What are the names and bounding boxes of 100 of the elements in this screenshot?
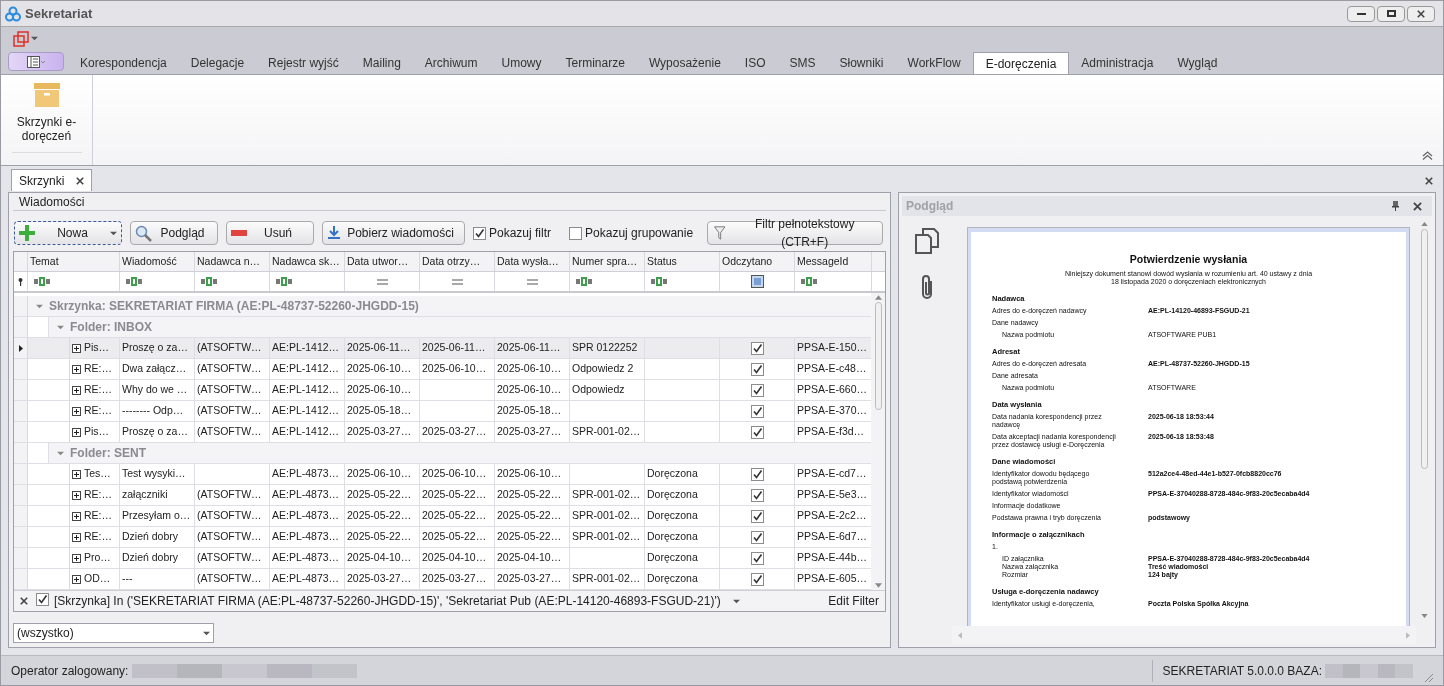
- toolbar-button[interactable]: Usuń: [226, 221, 314, 245]
- close-all-icon[interactable]: [1425, 177, 1433, 185]
- read-checkbox[interactable]: [750, 467, 764, 481]
- column-header[interactable]: Status: [645, 252, 720, 271]
- edit-filter-link[interactable]: Edit Filter: [828, 592, 879, 610]
- minimize-button[interactable]: [1347, 5, 1375, 22]
- table-row[interactable]: Pis… Proszę o za… (ATSOFTW… AE:PL-1412… 2025-03-27… 2025-03-27… 2025-03-27… SPR-001-02… PPSA-E-f3d…: [14, 422, 871, 443]
- ribbon-button[interactable]: Skrzynki e-doręczeń: [10, 83, 83, 143]
- caret-icon[interactable]: [31, 35, 38, 42]
- ribbon-tab[interactable]: Korespondencja: [68, 52, 179, 74]
- ribbon-tab[interactable]: Umowy: [489, 52, 554, 74]
- table-row[interactable]: Tes… Test wysyki… AE:PL-4873… 2025-06-10… 2025-06-10… 2025-06-10… Doręczona PPSA-E-cd7…: [14, 464, 871, 485]
- read-checkbox[interactable]: [750, 362, 764, 376]
- close-tab-icon[interactable]: [76, 176, 85, 185]
- column-header[interactable]: MessageId: [795, 252, 872, 271]
- column-header[interactable]: Nadawca sk…: [270, 252, 345, 271]
- collapse-caret-icon[interactable]: [36, 302, 43, 310]
- table-row[interactable]: RE:… Dwa załącz… (ATSOFTW… AE:PL-1412… 2025-06-10… 2025-06-10… 2025-06-10… Odpowiedz 2 PPSA-E-c48…: [14, 359, 871, 380]
- collapse-caret-icon[interactable]: [57, 323, 64, 331]
- paperclip-icon[interactable]: [920, 274, 934, 302]
- clear-filter-icon[interactable]: [20, 597, 28, 605]
- scroll-up-icon[interactable]: [1420, 222, 1428, 226]
- table-row[interactable]: Pis… Proszę o za… (ATSOFTW… AE:PL-1412… 2025-06-11… 2025-06-11… 2025-06-11… SPR 0122252 PPSA-E-150…: [14, 338, 871, 359]
- copy-icon[interactable]: [915, 228, 939, 254]
- ribbon-tab[interactable]: SMS: [777, 52, 828, 74]
- scope-dropdown[interactable]: (wszystko): [13, 623, 214, 643]
- table-row[interactable]: RE:… Why do we … (ATSOFTW… AE:PL-1412… 2025-06-10… 2025-06-10… Odpowiedz PPSA-E-660…: [14, 380, 871, 401]
- expand-row-icon[interactable]: [72, 553, 81, 563]
- checkbox[interactable]: [473, 226, 486, 240]
- scroll-down-icon[interactable]: [874, 583, 882, 588]
- close-panel-icon[interactable]: [1413, 201, 1422, 211]
- scrollbar-thumb[interactable]: [874, 302, 882, 410]
- table-row[interactable]: RE:… Dzień dobry (ATSOFTW… AE:PL-4873… 2025-05-22… 2025-05-22… 2025-05-22… SPR-001-02… Doręczona PPSA-E-6d7…: [14, 527, 871, 548]
- checkbox-filter[interactable]: [750, 275, 764, 288]
- table-row[interactable]: OD… --- (ATSOFTW… AE:PL-4873… 2025-03-27… 2025-03-27… 2025-03-27… SPR-001-02… Doręczona PPSA-E-605…: [14, 569, 871, 590]
- maximize-button[interactable]: [1377, 5, 1405, 22]
- table-row[interactable]: Pro… Dzień dobry (ATSOFTW… AE:PL-4873… 2025-04-10… 2025-04-10… 2025-04-10… Doręczona PPSA-E-44b…: [14, 548, 871, 569]
- ribbon-tab[interactable]: Terminarze: [553, 52, 637, 74]
- read-checkbox[interactable]: [750, 383, 764, 397]
- checkbox[interactable]: [569, 226, 583, 240]
- read-checkbox[interactable]: [750, 341, 764, 355]
- filter-enabled-checkbox[interactable]: [36, 593, 49, 606]
- column-header[interactable]: Data utwor…: [345, 252, 420, 271]
- ribbon-tab[interactable]: Archiwum: [412, 52, 490, 74]
- ribbon-tab[interactable]: Delegacje: [178, 52, 257, 74]
- ribbon-tab[interactable]: Wygląd: [1165, 52, 1230, 74]
- ribbon-tab[interactable]: Wyposażenie: [636, 52, 733, 74]
- ribbon-tab[interactable]: Administracja: [1069, 52, 1166, 74]
- read-checkbox[interactable]: [750, 488, 764, 502]
- ribbon-tab[interactable]: E-doręczenia: [972, 52, 1070, 75]
- collapse-ribbon-icon[interactable]: [1422, 151, 1433, 160]
- expand-row-icon[interactable]: [72, 511, 81, 521]
- table-row[interactable]: RE:… -------- Odp… (ATSOFTW… AE:PL-1412… 2025-05-18… 2025-05-18… PPSA-E-370…: [14, 401, 871, 422]
- read-checkbox[interactable]: [750, 425, 764, 439]
- expand-row-icon[interactable]: [72, 574, 81, 584]
- scroll-down-icon[interactable]: [1420, 614, 1428, 618]
- resize-grip-icon[interactable]: [1423, 672, 1433, 682]
- collapse-caret-icon[interactable]: [57, 449, 64, 457]
- document-tab[interactable]: Skrzynki: [11, 169, 93, 191]
- close-icon[interactable]: [1417, 9, 1425, 18]
- expand-row-icon[interactable]: [72, 406, 81, 416]
- caret-icon[interactable]: [110, 229, 117, 237]
- ribbon-tab[interactable]: Rejestr wyjść: [256, 52, 351, 74]
- column-header[interactable]: Temat: [28, 252, 120, 271]
- scrollbar-thumb[interactable]: [1420, 229, 1428, 469]
- read-checkbox[interactable]: [750, 572, 764, 586]
- toolbar-button[interactable]: Nowa: [14, 221, 122, 245]
- expand-row-icon[interactable]: [72, 532, 81, 542]
- windows-menu-button[interactable]: [13, 30, 38, 47]
- ribbon-tab[interactable]: Mailing: [350, 52, 413, 74]
- column-header[interactable]: Numer spra…: [570, 252, 645, 271]
- read-checkbox[interactable]: [750, 530, 764, 544]
- column-header[interactable]: Odczytano: [720, 252, 795, 271]
- table-row[interactable]: RE:… Przesyłam o… (ATSOFTW… AE:PL-4873… 2025-05-22… 2025-05-22… 2025-05-22… SPR-001-02… Doręczona PPSA-E-2c2…: [14, 506, 871, 527]
- vertical-scrollbar[interactable]: [871, 293, 885, 590]
- ribbon-tab[interactable]: ISO: [732, 52, 778, 74]
- expand-row-icon[interactable]: [72, 343, 81, 353]
- column-header[interactable]: Wiadomość: [120, 252, 195, 271]
- ribbon-tab[interactable]: Słowniki: [827, 52, 896, 74]
- close-button[interactable]: [1407, 5, 1435, 22]
- row-header[interactable]: [14, 338, 28, 358]
- scroll-up-icon[interactable]: [874, 295, 882, 300]
- pin-icon[interactable]: [1392, 201, 1399, 211]
- read-checkbox[interactable]: [750, 509, 764, 523]
- toolbar-button[interactable]: Podgląd: [130, 221, 218, 245]
- column-header[interactable]: Data otrzy…: [420, 252, 495, 271]
- table-row[interactable]: RE:… załączniki (ATSOFTW… AE:PL-4873… 2025-05-22… 2025-05-22… 2025-05-22… SPR-001-02… Doręczona PPSA-E-5e3…: [14, 485, 871, 506]
- expand-row-icon[interactable]: [72, 364, 81, 374]
- read-checkbox[interactable]: [750, 404, 764, 418]
- expand-row-icon[interactable]: [72, 490, 81, 500]
- ribbon-tab[interactable]: WorkFlow: [895, 52, 973, 74]
- read-checkbox[interactable]: [750, 551, 764, 565]
- caret-icon[interactable]: [203, 629, 210, 637]
- column-header[interactable]: Nadawca n…: [195, 252, 270, 271]
- expand-row-icon[interactable]: [72, 427, 81, 437]
- filter-history-caret-icon[interactable]: [732, 597, 740, 605]
- filter-expression[interactable]: [Skrzynka] In ('SEKRETARIAT FIRMA (AE:PL-48737-52260-JHGDD-15)', 'Sekretariat Pub (AE:PL-14120-46893-FSGUD-21)'): [54, 592, 721, 610]
- expand-row-icon[interactable]: [72, 469, 81, 479]
- toolbar-button[interactable]: Pobierz wiadomości: [322, 221, 465, 245]
- application-menu-button[interactable]: [8, 52, 64, 71]
